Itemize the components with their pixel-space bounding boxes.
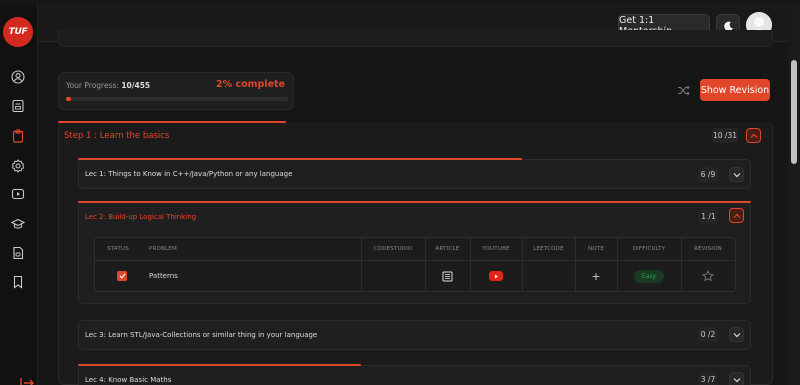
lecture-4-title[interactable]: Lec 4: Know Basic Maths (85, 376, 171, 384)
lecture-1-count: 6 /9 (698, 167, 718, 182)
chevron-down-icon (733, 377, 740, 382)
sidebar-item-videos[interactable] (11, 187, 25, 201)
lecture-1-expand-button[interactable] (729, 167, 744, 182)
article-cell (425, 260, 470, 292)
header-card (58, 30, 773, 47)
sidebar: TUF (0, 4, 38, 385)
problems-table: STATUS PROBLEM CODESTUDIO ARTICLE YOUTUB… (94, 237, 736, 292)
page-scrollbar[interactable] (788, 4, 800, 385)
sidebar-item-sheets[interactable] (11, 129, 25, 143)
lecture-2-title[interactable]: Lec 2: Build-up Logical Thinking (85, 213, 196, 221)
header-codestudio: CODESTUDIO (373, 246, 413, 252)
progress-bar-fill (66, 97, 71, 101)
problem-cell: Patterns (149, 260, 349, 292)
gear-icon (12, 159, 24, 173)
lecture-1-progress-line (78, 158, 522, 160)
graduation-cap-icon (11, 218, 25, 229)
header-article: ARTICLE (435, 246, 460, 252)
sidebar-item-notes[interactable] (11, 99, 25, 113)
lecture-4-expand-button[interactable] (729, 372, 744, 385)
step-progress-line (58, 121, 286, 123)
header-difficulty: DIFFICULTY (632, 246, 666, 252)
check-icon (119, 273, 125, 279)
play-icon (11, 188, 25, 200)
shuffle-icon (677, 85, 690, 95)
notes-icon (12, 99, 24, 113)
lecture-2-count: 1 /1 (699, 209, 718, 224)
difficulty-badge: Easy (634, 269, 664, 283)
clipboard-icon (12, 129, 24, 143)
scrollbar-thumb[interactable] (791, 60, 797, 164)
chevron-up-icon (750, 133, 757, 138)
sidebar-item-courses[interactable] (11, 217, 25, 231)
chevron-down-icon (733, 332, 740, 337)
lecture-3-expand-button[interactable] (729, 327, 744, 342)
revision-cell (681, 260, 735, 292)
header-status: STATUS (107, 246, 129, 252)
chevron-up-icon (733, 213, 740, 218)
note-cell: + (575, 260, 617, 292)
status-cell (95, 260, 149, 292)
difficulty-cell: Easy (617, 260, 681, 292)
sidebar-item-bookmarks[interactable] (11, 275, 25, 289)
lecture-3-count: 0 /2 (698, 327, 718, 342)
sidebar-item-settings[interactable] (11, 159, 25, 173)
play-icon (494, 274, 498, 278)
article-icon[interactable] (442, 271, 453, 282)
sidebar-item-profile[interactable] (11, 70, 25, 84)
header-note: NOTE (587, 246, 605, 252)
add-note-button[interactable]: + (591, 270, 600, 283)
lecture-1-title[interactable]: Lec 1: Things to Know in C++/Java/Python… (85, 170, 292, 178)
header-revision: REVISION (694, 246, 722, 252)
lecture-2-progress-line (78, 201, 751, 203)
certificate-icon (13, 246, 24, 260)
shuffle-button[interactable] (672, 80, 694, 100)
header-problem: PROBLEM (149, 246, 177, 252)
youtube-icon[interactable] (489, 271, 503, 281)
show-revision-button[interactable]: Show Revision (700, 79, 770, 101)
lecture-3-title[interactable]: Lec 3: Learn STL/Java-Collections or sim… (85, 331, 317, 339)
leetcode-cell (522, 260, 575, 292)
brand-logo[interactable]: TUF (3, 17, 33, 47)
bookmark-icon (13, 275, 23, 289)
progress-label: Your Progress: 10/455 (66, 81, 151, 90)
step-collapse-button[interactable] (746, 128, 761, 143)
header-youtube: YOUTUBE (482, 246, 510, 252)
logout-icon[interactable] (20, 378, 34, 385)
sidebar-item-certificates[interactable] (11, 246, 25, 260)
chevron-down-icon (733, 172, 740, 177)
logo-text: TUF (8, 27, 28, 37)
progress-bar (66, 97, 288, 101)
header-leetcode: LEETCODE (533, 246, 564, 252)
progress-percent: 2% complete (216, 79, 285, 90)
user-icon (11, 70, 25, 84)
lecture-card-4[interactable] (78, 365, 751, 385)
lecture-4-progress-line (78, 364, 361, 366)
codestudio-cell (361, 260, 425, 292)
progress-value: 10/455 (121, 81, 151, 90)
status-checkbox[interactable] (117, 271, 127, 281)
lecture-4-count: 3 /7 (698, 372, 718, 385)
problem-name[interactable]: Patterns (149, 272, 178, 280)
youtube-cell (470, 260, 522, 292)
step-title[interactable]: Step 1 : Learn the basics (64, 131, 169, 141)
step-count: 10 /31 (712, 128, 738, 143)
progress-card: Your Progress: 10/455 2% complete (58, 72, 294, 110)
lecture-2-collapse-button[interactable] (729, 208, 744, 223)
star-icon[interactable] (702, 270, 714, 282)
